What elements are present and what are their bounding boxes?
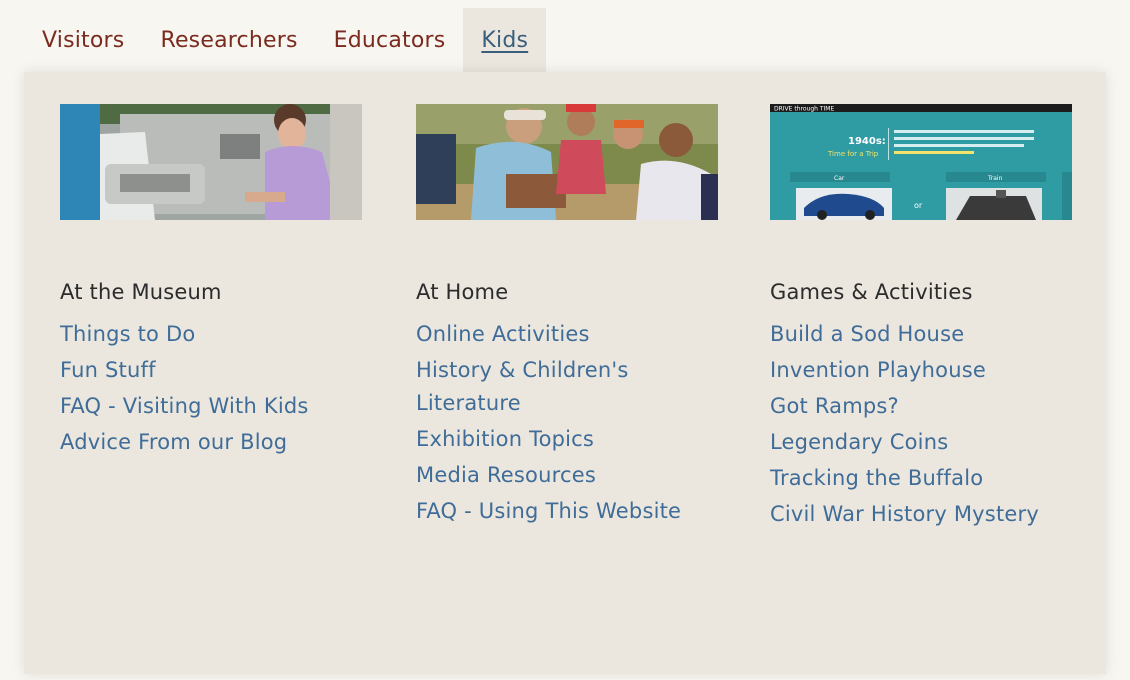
nav-tab-educators[interactable]: Educators [316,8,464,72]
link-got-ramps[interactable]: Got Ramps? [770,390,1070,423]
link-build-a-sod-house[interactable]: Build a Sod House [770,318,1070,351]
game-choice-train: Train [987,175,1003,182]
audience-nav: Visitors Researchers Educators Kids [24,8,547,72]
link-faq-using-this-website[interactable]: FAQ - Using This Website [416,495,716,528]
link-online-activities[interactable]: Online Activities [416,318,716,351]
drive-through-time-game-screenshot[interactable]: DRIVE through TIME 1940s: Time for a Tri… [770,104,1072,220]
link-tracking-the-buffalo[interactable]: Tracking the Buffalo [770,462,1070,495]
link-legendary-coins[interactable]: Legendary Coins [770,426,1070,459]
link-history-childrens-literature[interactable]: History & Children's Literature [416,354,716,420]
link-exhibition-topics[interactable]: Exhibition Topics [416,423,716,456]
link-faq-visiting-with-kids[interactable]: FAQ - Visiting With Kids [60,390,360,423]
nav-tab-researchers[interactable]: Researchers [142,8,315,72]
link-list: Online Activities History & Children's L… [416,318,736,528]
column-heading: At the Museum [60,280,222,304]
kids-group-reading-photo[interactable] [416,104,718,220]
kids-dropdown-panel: At the Museum Things to Do Fun Stuff FAQ… [24,72,1106,674]
nav-tab-kids[interactable]: Kids [463,8,547,72]
game-choice-car: Car [834,175,845,182]
column-at-the-museum: At the Museum Things to Do Fun Stuff FAQ… [60,104,380,462]
link-civil-war-history-mystery[interactable]: Civil War History Mystery [770,498,1070,531]
nav-tab-visitors[interactable]: Visitors [24,8,142,72]
column-heading: Games & Activities [770,280,973,304]
column-at-home: At Home Online Activities History & Chil… [416,104,736,531]
game-or-text: or [914,201,923,210]
link-list: Build a Sod House Invention Playhouse Go… [770,318,1090,531]
link-advice-from-our-blog[interactable]: Advice From our Blog [60,426,360,459]
game-subtitle-text: Time for a Trip [827,150,879,158]
museum-kids-activity-photo[interactable] [60,104,362,220]
link-list: Things to Do Fun Stuff FAQ - Visiting Wi… [60,318,380,459]
page: Visitors Researchers Educators Kids At t… [0,0,1130,680]
link-media-resources[interactable]: Media Resources [416,459,716,492]
link-invention-playhouse[interactable]: Invention Playhouse [770,354,1070,387]
link-things-to-do[interactable]: Things to Do [60,318,360,351]
link-fun-stuff[interactable]: Fun Stuff [60,354,360,387]
column-games-activities: DRIVE through TIME 1940s: Time for a Tri… [770,104,1090,534]
game-era-text: 1940s: [848,136,886,147]
column-heading: At Home [416,280,509,304]
game-title-text: DRIVE through TIME [774,106,834,113]
